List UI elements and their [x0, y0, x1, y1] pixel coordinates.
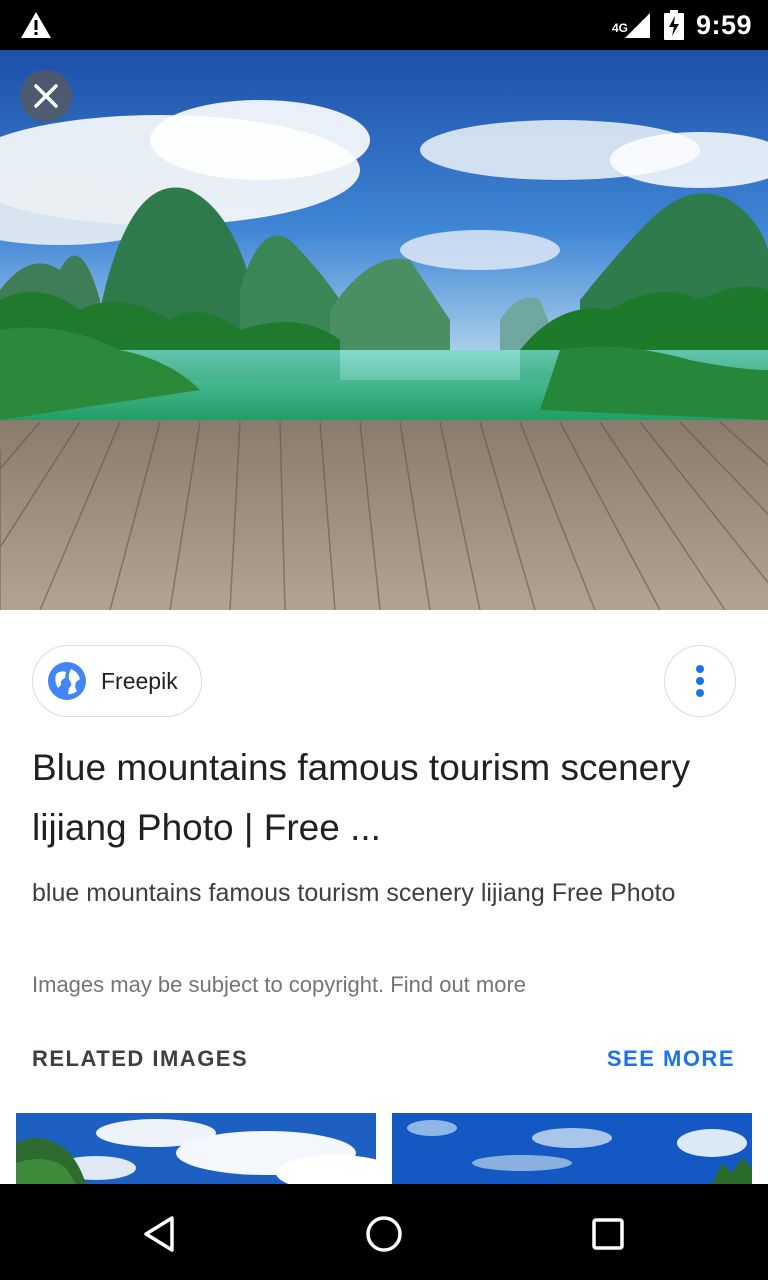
copyright-notice: Images may be subject to copyright. Find…	[32, 972, 526, 998]
hero-image[interactable]	[0, 50, 768, 610]
close-icon	[34, 84, 58, 108]
see-more-button[interactable]: SEE MORE	[607, 1046, 735, 1072]
battery-charging-icon	[663, 10, 684, 40]
recents-icon	[592, 1218, 624, 1250]
home-button[interactable]	[356, 1206, 412, 1262]
status-time: 9:59	[695, 9, 752, 40]
back-button[interactable]	[132, 1206, 188, 1262]
globe-icon	[48, 662, 86, 700]
more-options-button[interactable]	[664, 645, 736, 717]
related-image-thumbnail[interactable]	[392, 1113, 752, 1184]
related-image-thumbnail[interactable]	[16, 1113, 376, 1184]
warning-icon	[21, 12, 51, 38]
result-description: blue mountains famous tourism scenery li…	[32, 879, 676, 907]
copyright-text: Images may be subject to copyright.	[32, 972, 385, 997]
home-icon	[366, 1216, 402, 1252]
related-images-heading: RELATED IMAGES	[32, 1046, 249, 1071]
signal-icon: 4G	[612, 11, 652, 39]
source-label: Freepik	[101, 667, 178, 694]
more-vert-icon	[696, 665, 704, 697]
result-title[interactable]: Blue mountains famous tourism scenery li…	[32, 738, 732, 858]
find-out-more-link[interactable]: Find out more	[390, 972, 526, 997]
back-icon	[144, 1216, 174, 1252]
navigation-bar	[0, 1184, 768, 1280]
status-bar: 4G 9:59	[0, 0, 768, 50]
close-button[interactable]	[20, 70, 72, 122]
recents-button[interactable]	[580, 1206, 636, 1262]
source-chip[interactable]: Freepik	[32, 645, 202, 717]
